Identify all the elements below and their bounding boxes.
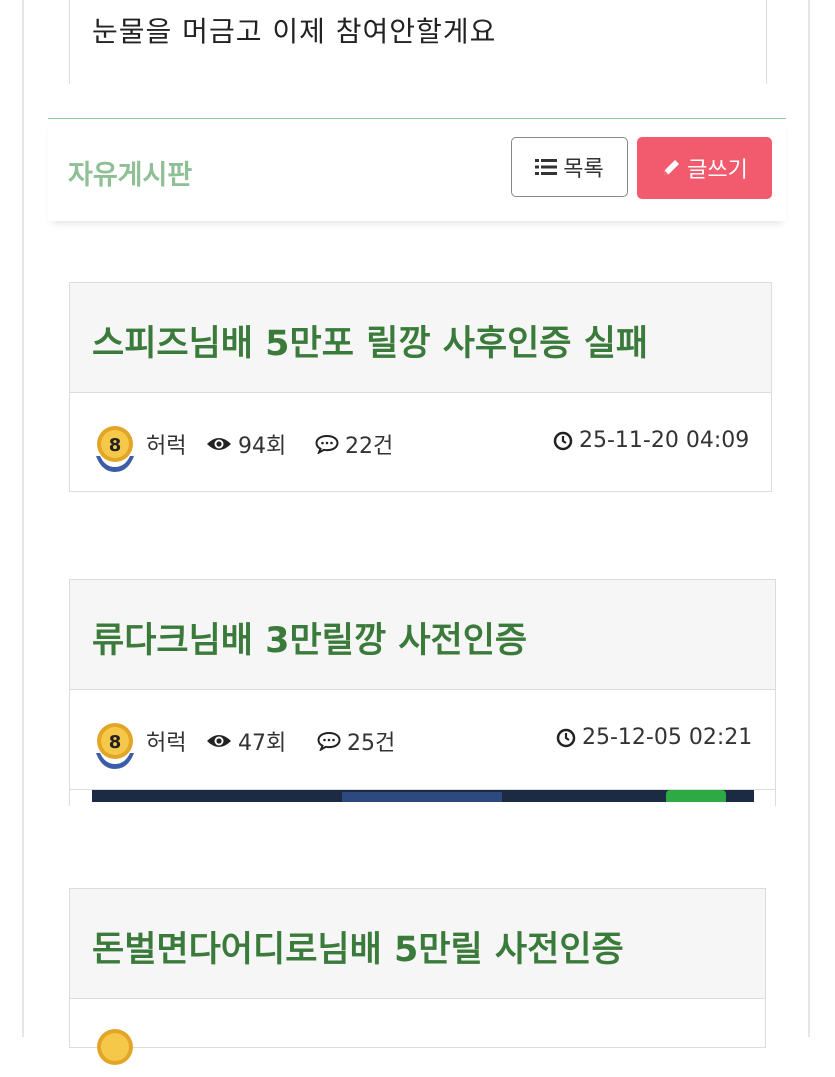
level-number: 8 xyxy=(109,732,122,753)
post-meta: 8 허럭 47회 25건 25-12-05 02:21 xyxy=(70,689,775,790)
post-thumbnail[interactable] xyxy=(92,790,754,802)
list-button[interactable]: 목록 xyxy=(511,137,628,197)
eye-icon xyxy=(207,735,231,747)
thumbnail-lettering xyxy=(342,792,502,802)
level-badge-icon: 8 xyxy=(96,426,134,472)
post-title-bar: 스피즈님배 5만포 릴깡 사후인증 실패 xyxy=(70,283,771,393)
eye-icon xyxy=(207,438,231,450)
author-name: 허럭 xyxy=(146,434,187,459)
post-views: 47회 xyxy=(206,725,286,757)
post-title[interactable]: 류다크님배 3만릴깡 사전인증 xyxy=(92,612,527,663)
clock-icon xyxy=(553,431,573,450)
level-number: 8 xyxy=(109,435,122,456)
post-title-bar: 돈벌면다어디로님배 5만릴 사전인증 xyxy=(70,889,765,999)
post-author[interactable]: 허럭 xyxy=(146,428,186,460)
board-title[interactable]: 자유게시판 xyxy=(68,153,192,192)
post-card[interactable]: 류다크님배 3만릴깡 사전인증 8 허럭 47회 25건 25-12-05 02… xyxy=(69,579,776,806)
post-comments: 25건 xyxy=(317,725,395,757)
post-meta: 8 허럭 94회 22건 25-11-20 04:09 xyxy=(70,392,771,492)
level-badge-icon: 8 xyxy=(96,723,134,769)
post-card[interactable]: 돈벌면다어디로님배 5만릴 사전인증 xyxy=(69,888,766,1065)
post-card[interactable]: 스피즈님배 5만포 릴깡 사후인증 실패 8 허럭 94회 22건 25-11-… xyxy=(69,282,772,492)
list-icon xyxy=(535,159,558,175)
board-header: 자유게시판 목록 글쓰기 xyxy=(48,118,786,221)
author-name: 허럭 xyxy=(146,731,187,756)
post-title[interactable]: 돈벌면다어디로님배 5만릴 사전인증 xyxy=(92,921,624,972)
date-text: 25-11-20 04:09 xyxy=(579,428,750,453)
post-author[interactable]: 허럭 xyxy=(146,725,186,757)
level-badge-icon xyxy=(97,1029,133,1065)
date-text: 25-12-05 02:21 xyxy=(582,725,753,750)
write-button-label: 글쓰기 xyxy=(687,158,748,183)
post-date: 25-12-05 02:21 xyxy=(556,725,752,750)
views-count: 94회 xyxy=(238,434,287,459)
pencil-icon xyxy=(664,160,680,175)
comment-icon xyxy=(317,731,341,751)
comment-text: 눈물을 머금고 이제 참여안할게요 xyxy=(92,15,497,48)
comments-count: 25건 xyxy=(347,731,396,756)
post-title[interactable]: 스피즈님배 5만포 릴깡 사후인증 실패 xyxy=(92,315,648,366)
views-count: 47회 xyxy=(238,731,287,756)
thumbnail-badge xyxy=(666,790,726,802)
post-views: 94회 xyxy=(206,428,286,460)
post-comments: 22건 xyxy=(315,428,393,460)
clock-icon xyxy=(556,728,576,747)
page-frame-left xyxy=(22,0,24,1037)
post-title-bar: 류다크님배 3만릴깡 사전인증 xyxy=(70,580,775,690)
comment-icon xyxy=(315,434,339,454)
list-button-label: 목록 xyxy=(563,157,604,182)
comments-count: 22건 xyxy=(345,434,394,459)
post-date: 25-11-20 04:09 xyxy=(553,428,749,453)
write-button[interactable]: 글쓰기 xyxy=(637,137,772,199)
comment-box: 눈물을 머금고 이제 참여안할게요 xyxy=(69,0,767,84)
page-frame-right xyxy=(808,0,810,1037)
